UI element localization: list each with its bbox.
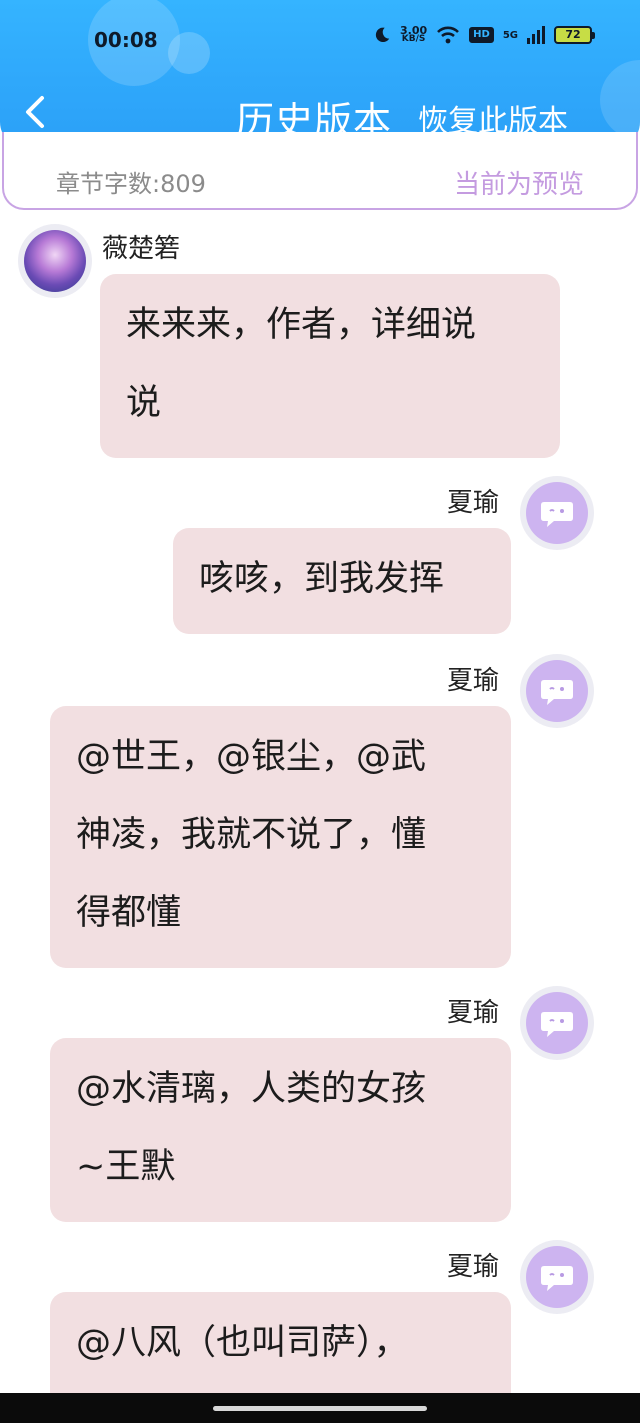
message-bubble[interactable]: @水清璃，人类的女孩 ~王默	[50, 1038, 511, 1222]
avatar[interactable]	[520, 654, 594, 728]
header-decoration	[600, 60, 640, 140]
sender-name: 夏瑜	[447, 666, 500, 696]
message-line: 神凌，我就不说了，懂	[76, 815, 427, 855]
system-nav-bar	[0, 1393, 640, 1423]
message-line: 得都懂	[76, 893, 182, 933]
avatar-image	[526, 660, 588, 722]
message-bubble[interactable]: @世王，@银尘，@武 神凌，我就不说了，懂 得都懂	[50, 706, 511, 968]
sender-name: 夏瑜	[447, 488, 500, 518]
message-line: 咳咳，到我发挥	[199, 559, 445, 599]
home-gesture-handle[interactable]	[213, 1406, 427, 1411]
word-count: 章节字数:809	[56, 170, 206, 198]
wifi-icon	[437, 26, 460, 44]
avatar[interactable]	[18, 224, 92, 298]
hd-badge: HD	[469, 27, 494, 43]
battery-indicator: 72	[554, 26, 595, 44]
avatar-image	[24, 230, 86, 292]
message-line: ~王默	[76, 1147, 176, 1187]
signal-icon	[527, 26, 545, 44]
chat-bubble-icon	[541, 502, 573, 527]
network-type: 5G	[502, 29, 518, 41]
preview-status: 当前为预览	[453, 170, 584, 200]
app-header: 00:08 3.00 KB/S HD 5G 72 历史版本 恢复此版本	[0, 0, 640, 148]
moon-icon	[375, 27, 390, 43]
message-line: @八风（也叫司萨），	[76, 1323, 409, 1363]
header-decoration	[168, 32, 210, 74]
sender-name: 夏瑜	[447, 998, 500, 1028]
message-line: 说	[126, 383, 162, 423]
sender-name: 夏瑜	[447, 1252, 500, 1282]
message-line: 来来来，作者，详细说	[126, 305, 477, 345]
avatar[interactable]	[520, 986, 594, 1060]
message-bubble[interactable]: 来来来，作者，详细说 说	[100, 274, 560, 458]
message-bubble[interactable]: 咳咳，到我发挥	[173, 528, 511, 634]
chat-bubble-icon	[541, 1012, 573, 1037]
status-time: 00:08	[94, 28, 158, 52]
avatar-image	[526, 992, 588, 1054]
avatar-image	[526, 482, 588, 544]
chat-bubble-icon	[541, 1266, 573, 1291]
chapter-info-bar: 章节字数:809 当前为预览	[2, 132, 638, 210]
avatar[interactable]	[520, 1240, 594, 1314]
avatar[interactable]	[520, 476, 594, 550]
network-speed: 3.00 KB/S	[400, 25, 427, 44]
message-line: @水清璃，人类的女孩	[76, 1069, 427, 1109]
avatar-image	[526, 1246, 588, 1308]
screen: 00:08 3.00 KB/S HD 5G 72 历史版本 恢复此版本 章节字数…	[0, 0, 640, 1423]
message-line: @世王，@银尘，@武	[76, 737, 427, 777]
chevron-left-icon[interactable]	[20, 92, 50, 132]
network-speed-unit: KB/S	[401, 34, 426, 44]
chat-bubble-icon	[541, 680, 573, 705]
status-icons: 3.00 KB/S HD 5G 72	[373, 25, 595, 44]
sender-name: 薇楚箬	[102, 234, 181, 264]
